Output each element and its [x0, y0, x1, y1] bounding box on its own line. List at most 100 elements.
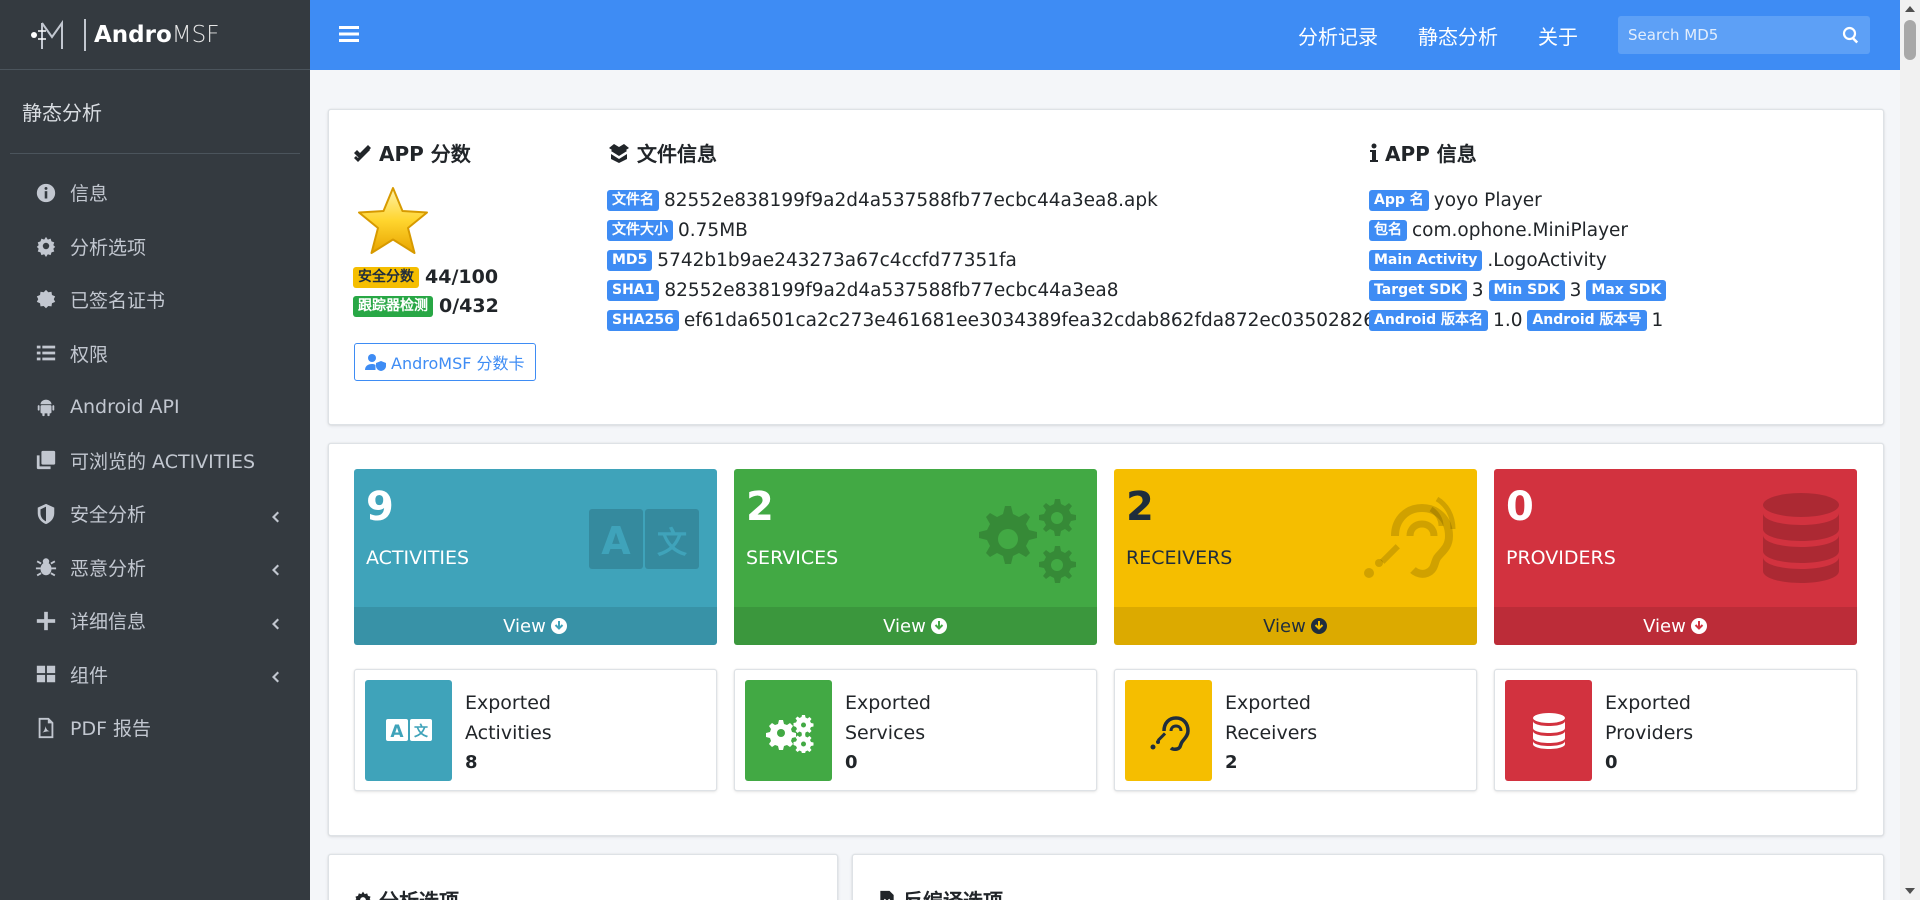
box-open-icon	[609, 143, 629, 163]
sidebar-item-details[interactable]: 详细信息	[0, 594, 310, 648]
app-info-row: Main Activity .LogoActivity	[1369, 245, 1671, 275]
sidebar-item-pdf-report[interactable]: PDF 报告	[0, 701, 310, 755]
search-icon[interactable]	[1842, 26, 1860, 44]
sidebar-item-info[interactable]: 信息	[0, 166, 310, 220]
app-info-title: APP 信息	[1369, 138, 1477, 167]
file-info-row: 文件大小 0.75MB	[607, 215, 1415, 245]
scorecard-button-label: AndroMSF 分数卡	[391, 354, 525, 373]
page-scrollbar[interactable]	[1900, 0, 1920, 900]
file-info-row: 文件名 82552e838199f9a2d4a537588fb77ecbc44a3…	[607, 185, 1415, 215]
plus-icon	[34, 609, 58, 633]
exported-count: 0	[1605, 752, 1618, 773]
scroll-down-arrow-icon[interactable]	[1905, 888, 1915, 894]
nav-link-static-analysis[interactable]: 静态分析	[1418, 21, 1498, 50]
file-info-list: 文件名 82552e838199f9a2d4a537588fb77ecbc44a3…	[607, 185, 1415, 335]
sidebar-item-label: Android API	[70, 395, 180, 418]
sidebar-item-label: 组件	[70, 664, 109, 687]
bug-icon	[34, 555, 58, 579]
sidebar: AndroMSF 静态分析 信息 分析选项 已签名证书 权限 Android A…	[0, 0, 310, 900]
stat-view-link[interactable]: View	[734, 607, 1097, 645]
main-content: APP 分数 安全分数 44/100 跟踪器检测 0/432 AndroMSF …	[310, 70, 1900, 900]
sidebar-item-label: 权限	[70, 343, 109, 366]
assistive-listening-icon	[1125, 680, 1212, 781]
app-info-list: App 名 yoyo Player 包名 com.ophone.MiniPlayer…	[1369, 185, 1671, 335]
brand-logo-icon	[31, 19, 63, 49]
database-icon	[1505, 680, 1592, 781]
grid-icon	[34, 662, 58, 686]
decompile-options-title: 反编译选项	[877, 885, 1003, 900]
exported-label: Activities	[465, 722, 552, 744]
svg-text:A: A	[601, 519, 631, 563]
sidebar-item-security-analysis[interactable]: 安全分析	[0, 487, 310, 541]
stat-box-activities: 9 ACTIVITIES A文 View	[354, 469, 717, 645]
info-icon	[1370, 143, 1378, 162]
sidebar-item-browsable-activities[interactable]: 可浏览的 ACTIVITIES	[0, 434, 310, 488]
search-input[interactable]	[1618, 26, 1828, 44]
tracker-score-row: 跟踪器检测 0/432	[353, 295, 499, 317]
double-check-icon	[354, 144, 371, 162]
cogs-icon	[969, 491, 1079, 586]
stat-view-link[interactable]: View	[354, 607, 717, 645]
svg-text:文: 文	[414, 723, 429, 740]
sidebar-item-label: 安全分析	[70, 504, 147, 527]
sidebar-item-components[interactable]: 组件	[0, 648, 310, 702]
file-code-icon	[880, 890, 894, 900]
summary-card: APP 分数 安全分数 44/100 跟踪器检测 0/432 AndroMSF …	[328, 109, 1884, 425]
exported-label: Exported	[1605, 692, 1691, 714]
file-info-row: SHA256 ef61da6501ca2c273e461681ee3034389f…	[607, 305, 1415, 335]
stat-view-link[interactable]: View	[1114, 607, 1477, 645]
arrow-circle-down-icon	[550, 618, 567, 634]
sidebar-item-malware-analysis[interactable]: 恶意分析	[0, 541, 310, 595]
arrow-circle-down-icon	[1690, 618, 1707, 634]
app-info-row: 包名 com.ophone.MiniPlayer	[1369, 215, 1671, 245]
brand-name: AndroMSF	[94, 21, 220, 48]
sidebar-item-permissions[interactable]: 权限	[0, 327, 310, 381]
exported-label: Receivers	[1225, 722, 1318, 744]
stat-view-link[interactable]: View	[1494, 607, 1857, 645]
sidebar-item-android-api[interactable]: Android API	[0, 380, 310, 434]
app-info-row: Target SDK 3 Min SDK 3 Max SDK	[1369, 275, 1671, 305]
svg-text:文: 文	[657, 526, 687, 561]
language-icon: A文	[589, 491, 699, 586]
scroll-thumb[interactable]	[1904, 20, 1916, 60]
scorecard-button[interactable]: AndroMSF 分数卡	[354, 343, 536, 381]
tracker-value: 0/432	[439, 295, 499, 317]
exported-count: 8	[465, 752, 478, 773]
exported-count: 0	[845, 752, 858, 773]
exported-label: Exported	[465, 692, 551, 714]
exported-count: 2	[1225, 752, 1238, 773]
clone-icon	[34, 448, 58, 472]
user-shield-icon	[365, 354, 386, 371]
top-nav-links: 分析记录 静态分析 关于	[1298, 16, 1900, 54]
app-info-row: App 名 yoyo Player	[1369, 185, 1671, 215]
decompile-options-card: 反编译选项	[852, 854, 1884, 900]
info-circle-icon	[34, 181, 58, 205]
hamburger-menu-icon[interactable]	[338, 23, 362, 47]
sidebar-section-title: 静态分析	[10, 70, 300, 154]
nav-link-about[interactable]: 关于	[1538, 21, 1578, 50]
sidebar-item-analysis-options[interactable]: 分析选项	[0, 220, 310, 274]
sidebar-item-label: 分析选项	[70, 236, 147, 259]
app-score-title: APP 分数	[353, 138, 471, 167]
analysis-options-card: 分析选项	[328, 854, 838, 900]
file-pdf-icon	[34, 716, 58, 740]
sidebar-item-label: 已签名证书	[70, 290, 166, 313]
star-icon	[358, 187, 428, 254]
certificate-icon	[34, 288, 58, 312]
tracker-badge: 跟踪器检测	[353, 295, 433, 317]
svg-text:A: A	[390, 722, 404, 742]
scroll-up-arrow-icon[interactable]	[1905, 6, 1915, 12]
analysis-options-title: 分析选项	[353, 885, 459, 900]
file-info-row: MD5 5742b1b9ae243273a67c4ccfd77351fa	[607, 245, 1415, 275]
cogs-icon	[745, 680, 832, 781]
sidebar-item-label: 恶意分析	[70, 557, 147, 580]
sidebar-item-certificate[interactable]: 已签名证书	[0, 273, 310, 327]
exported-services-box: Exported Services 0	[734, 669, 1097, 791]
security-score-badge: 安全分数	[353, 266, 419, 288]
sidebar-item-label: PDF 报告	[70, 718, 152, 741]
arrow-circle-down-icon	[1310, 618, 1327, 634]
brand-logo-link[interactable]: AndroMSF	[0, 0, 310, 70]
components-card: 9 ACTIVITIES A文 View 2 SERVICES View 2 R…	[328, 443, 1884, 836]
nav-link-history[interactable]: 分析记录	[1298, 21, 1378, 50]
security-score-row: 安全分数 44/100	[353, 266, 498, 288]
